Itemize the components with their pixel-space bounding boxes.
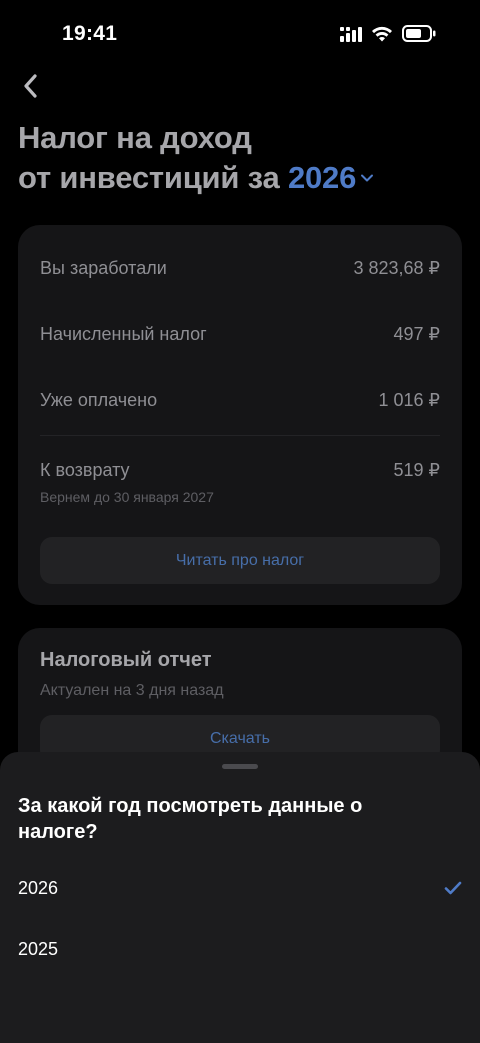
- paid-row: Уже оплачено 1 016 ₽: [40, 390, 440, 411]
- refund-label-group: К возврату Вернем до 30 января 2027: [40, 460, 214, 505]
- year-option-2025[interactable]: 2025: [0, 921, 480, 977]
- read-about-tax-button[interactable]: Читать про налог: [40, 537, 440, 584]
- wifi-icon: [371, 26, 393, 47]
- earned-value: 3 823,68 ₽: [353, 258, 440, 278]
- earned-row: Вы заработали 3 823,68 ₽: [40, 258, 440, 279]
- chevron-left-icon: [24, 74, 37, 98]
- chevron-down-icon: [361, 174, 374, 182]
- status-bar: 19:41: [0, 0, 480, 70]
- year-option-2026[interactable]: 2026: [0, 860, 480, 916]
- refund-date: Вернем до 30 января 2027: [40, 489, 214, 505]
- back-button[interactable]: [10, 66, 50, 106]
- earned-label: Вы заработали: [40, 258, 167, 278]
- refund-value: 519 ₽: [393, 460, 441, 480]
- refund-row: К возврату Вернем до 30 января 2027 519 …: [40, 460, 440, 505]
- year-bottom-sheet: За какой год посмотреть данные о налоге?…: [0, 752, 480, 1043]
- sheet-grabber[interactable]: [222, 764, 258, 769]
- accrued-tax-row: Начисленный налог 497 ₽: [40, 324, 440, 345]
- title-line-1: Налог на доход: [18, 120, 252, 155]
- title-line-2: от инвестиций за 2026: [18, 158, 374, 198]
- page-title: Налог на доход от инвестиций за 2026: [18, 118, 374, 198]
- divider: [40, 435, 440, 436]
- status-icons: [340, 25, 436, 47]
- cellular-signal-icon: [340, 26, 362, 47]
- accrued-tax-label: Начисленный налог: [40, 324, 207, 344]
- refund-label: К возврату: [40, 460, 130, 480]
- tax-summary-card: Вы заработали 3 823,68 ₽ Начисленный нал…: [18, 225, 462, 605]
- selected-year: 2026: [287, 160, 357, 195]
- paid-label: Уже оплачено: [40, 390, 158, 410]
- sheet-title: За какой год посмотреть данные о налоге?: [18, 795, 363, 843]
- year-option-label: 2025: [18, 938, 59, 959]
- year-selector[interactable]: 2026: [288, 158, 374, 198]
- title-prefix: от инвестиций за: [18, 160, 280, 195]
- tax-screen: 19:41 Налог на доход от инвестиций за 20…: [0, 0, 480, 1043]
- report-title: Налоговый отчет: [40, 649, 212, 671]
- status-time: 19:41: [62, 22, 118, 45]
- checkmark-icon: [444, 881, 462, 895]
- paid-value: 1 016 ₽: [378, 390, 441, 410]
- battery-icon: [402, 25, 436, 47]
- year-option-label: 2026: [18, 877, 59, 898]
- accrued-tax-value: 497 ₽: [393, 324, 441, 344]
- report-subtitle: Актуален на 3 дня назад: [40, 682, 224, 699]
